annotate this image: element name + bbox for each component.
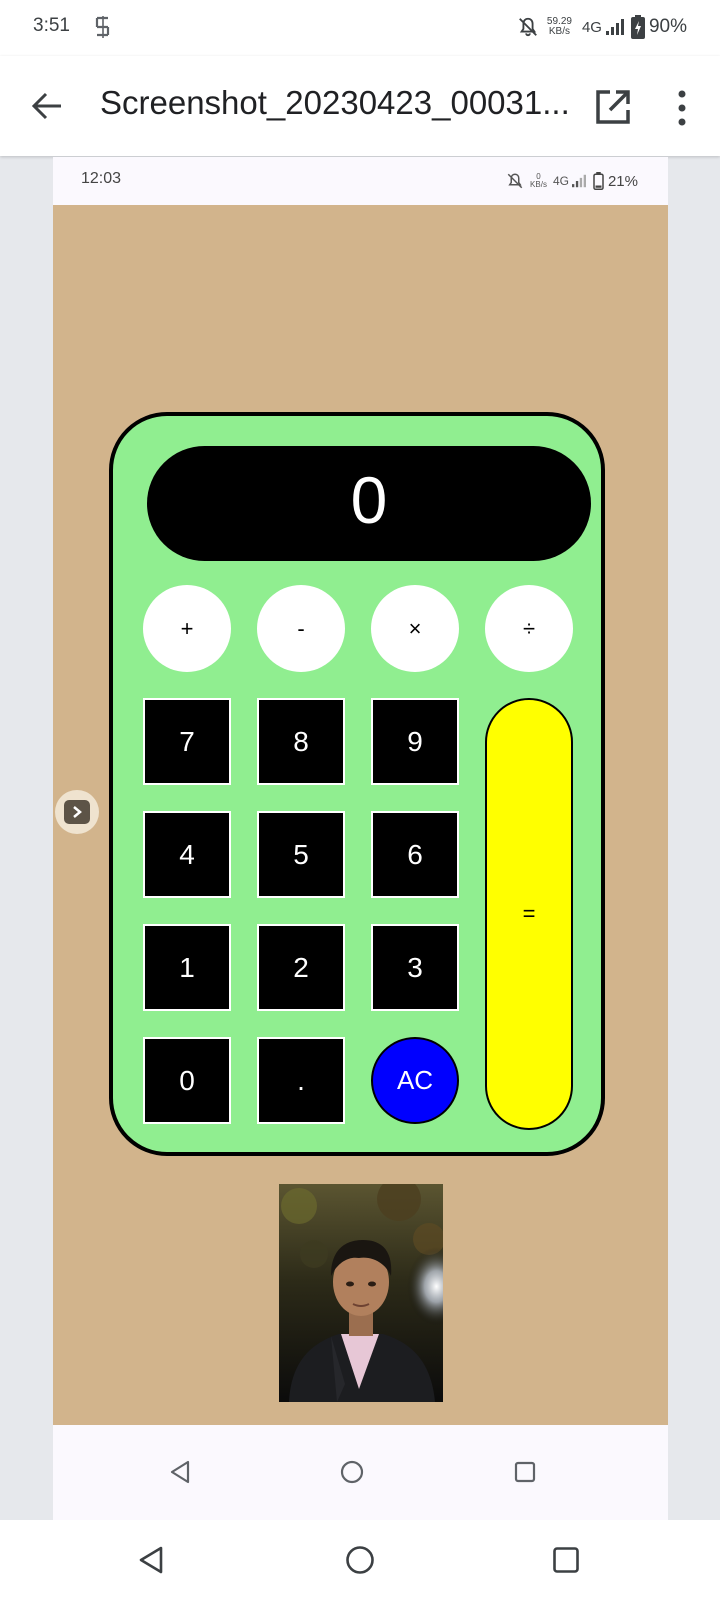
inner-battery-percentage: 21% xyxy=(607,172,638,190)
calculator-display: 0 xyxy=(147,446,591,561)
plus-button[interactable]: + xyxy=(143,585,231,672)
inner-status-time: 12:03 xyxy=(81,170,122,187)
back-button[interactable] xyxy=(28,86,68,126)
display-value: 0 xyxy=(350,463,388,537)
nav-recents-icon[interactable] xyxy=(514,1461,536,1483)
open-external-button[interactable] xyxy=(594,88,632,126)
nav-back-icon[interactable] xyxy=(169,1460,191,1484)
battery-percentage: 90% xyxy=(648,16,687,37)
battery-charging-icon xyxy=(630,15,645,39)
digit-1-button[interactable]: 1 xyxy=(143,924,231,1011)
digit-5-button[interactable]: 5 xyxy=(257,811,345,898)
profile-photo xyxy=(279,1184,443,1402)
status-time: 3:51 xyxy=(33,15,70,36)
more-options-button[interactable] xyxy=(668,88,696,128)
speed-unit: KB/s xyxy=(548,26,570,37)
inner-network-type: 4G xyxy=(552,174,569,188)
app-notification-icon xyxy=(95,16,110,38)
file-title: Screenshot_20230423_00031... xyxy=(100,84,570,121)
inner-speed-unit: KB/s xyxy=(530,180,547,189)
digit-7-button[interactable]: 7 xyxy=(143,698,231,785)
bell-off-icon xyxy=(519,17,537,37)
digit-6-button[interactable]: 6 xyxy=(371,811,459,898)
clear-button[interactable]: AC xyxy=(371,1037,459,1124)
multiply-button[interactable]: × xyxy=(371,585,459,672)
nav-home-icon[interactable] xyxy=(345,1545,375,1575)
digit-4-button[interactable]: 4 xyxy=(143,811,231,898)
side-panel-handle[interactable] xyxy=(55,790,99,834)
nav-recents-icon[interactable] xyxy=(552,1546,580,1574)
inner-status-icons: 0 KB/s 4G 21% xyxy=(506,168,668,194)
digit-8-button[interactable]: 8 xyxy=(257,698,345,785)
bell-off-icon xyxy=(507,173,523,189)
open-in-new-icon xyxy=(596,90,630,124)
digit-9-button[interactable]: 9 xyxy=(371,698,459,785)
network-speed: 59.29 KB/s xyxy=(547,17,572,37)
inner-navigation-bar xyxy=(53,1425,668,1520)
inner-network-speed: 0 KB/s xyxy=(530,173,547,189)
digit-2-button[interactable]: 2 xyxy=(257,924,345,1011)
nav-home-icon[interactable] xyxy=(340,1460,364,1484)
more-vert-icon xyxy=(678,90,686,126)
navigation-bar xyxy=(0,1520,720,1600)
decimal-button[interactable]: . xyxy=(257,1037,345,1124)
calculator: 0 + - × ÷ 7 8 9 4 5 6 1 2 3 0 . AC = xyxy=(109,412,605,1156)
signal-icon xyxy=(571,174,586,188)
digit-0-button[interactable]: 0 xyxy=(143,1037,231,1124)
nav-back-icon[interactable] xyxy=(137,1545,165,1575)
signal-icon xyxy=(605,19,624,35)
digit-3-button[interactable]: 3 xyxy=(371,924,459,1011)
arrow-left-icon xyxy=(31,92,61,120)
minus-button[interactable]: - xyxy=(257,585,345,672)
network-type: 4G xyxy=(581,18,602,36)
status-icons: 59.29 KB/s 4G 90% xyxy=(517,12,720,42)
divide-button[interactable]: ÷ xyxy=(485,585,573,672)
battery-icon xyxy=(593,172,604,190)
screenshot-preview: 12:03 0 KB/s 4G 21% 0 + - × ÷ 7 8 9 4 5 … xyxy=(53,157,668,1520)
chevron-right-icon xyxy=(64,800,90,824)
equals-button[interactable]: = xyxy=(485,698,573,1130)
